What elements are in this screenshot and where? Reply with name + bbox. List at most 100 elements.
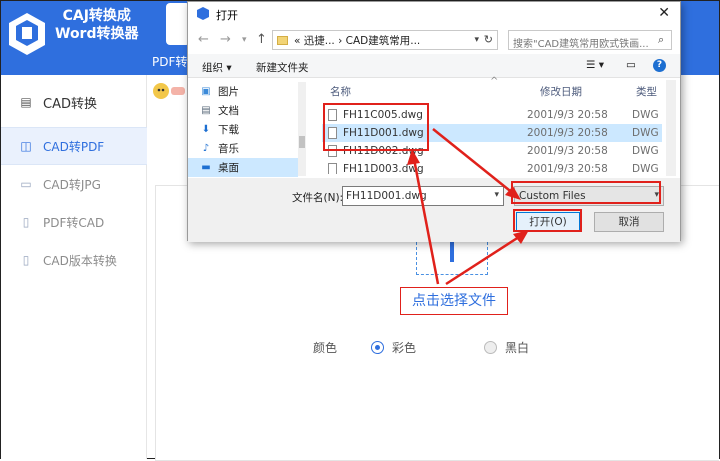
file-name: FH11D002.dwg bbox=[343, 145, 424, 157]
bw-option[interactable]: 黑白 bbox=[484, 339, 529, 355]
filename-value: FH11D001.dwg bbox=[346, 190, 427, 202]
sidebar-item-label: CAD版本转换 bbox=[43, 253, 117, 268]
bw-radio[interactable] bbox=[484, 340, 497, 354]
nav-item-music[interactable]: ♪ 音乐 bbox=[200, 139, 300, 158]
chevron-down-icon[interactable]: ▾ bbox=[654, 190, 659, 200]
cancel-button[interactable]: 取消 bbox=[594, 212, 664, 232]
command-bar: 组织 ▾ 新建文件夹 ☰ ▾ ▭ ? bbox=[188, 54, 680, 78]
dialog-title: 打开 bbox=[216, 9, 238, 22]
file-type-value: Custom Files bbox=[519, 190, 586, 202]
chevron-down-icon[interactable]: ▾ bbox=[494, 190, 499, 200]
file-icon bbox=[328, 109, 337, 121]
file-row[interactable]: FH11C005.dwg 2001/9/3 20:58 DWG bbox=[322, 106, 662, 124]
file-type: DWG bbox=[632, 127, 659, 139]
search-icon[interactable]: ⌕ bbox=[658, 33, 664, 47]
file-type: DWG bbox=[632, 163, 659, 174]
address-path: « 迅捷... › CAD建筑常用... bbox=[294, 34, 421, 47]
back-arrow-icon[interactable]: ← bbox=[198, 32, 209, 47]
dialog-footer: 文件名(N): FH11D001.dwg ▾ Custom Files ▾ 打开… bbox=[188, 178, 680, 242]
color-label: 颜色 bbox=[313, 339, 337, 355]
sidebar-item-cad-to-jpg[interactable]: ▭ CAD转JPG bbox=[1, 165, 147, 203]
file-name: FH11C005.dwg bbox=[343, 109, 423, 121]
nav-item-label: 文档 bbox=[218, 105, 239, 117]
annotation-callout: 点击选择文件 bbox=[400, 287, 508, 315]
filename-label: 文件名(N): bbox=[292, 192, 344, 204]
organize-button[interactable]: 组织 ▾ bbox=[202, 60, 232, 75]
nav-item-documents[interactable]: ▤ 文档 bbox=[200, 101, 300, 120]
nav-item-label: 桌面 bbox=[218, 162, 239, 174]
documents-icon: ▤ bbox=[201, 105, 211, 116]
address-bar[interactable]: « 迅捷... › CAD建筑常用... ▾ ↻ bbox=[272, 30, 498, 50]
new-folder-button[interactable]: 新建文件夹 bbox=[256, 60, 309, 75]
file-name: FH11D003.dwg bbox=[343, 163, 424, 174]
column-date[interactable]: 修改日期 bbox=[540, 80, 582, 102]
toolbar-label[interactable]: PDF转 bbox=[152, 53, 187, 70]
sidebar: ▤ CAD转换 ◫ CAD转PDF ▭ CAD转JPG ▯ PDF转CAD ▯ … bbox=[1, 75, 147, 459]
pictures-icon: ▣ bbox=[201, 86, 211, 97]
file-row-selected[interactable]: FH11D001.dwg 2001/9/3 20:58 DWG bbox=[322, 124, 662, 142]
filename-input[interactable]: FH11D001.dwg ▾ bbox=[342, 186, 504, 206]
sidebar-item-label: PDF转CAD bbox=[43, 215, 105, 230]
nav-item-desktop[interactable]: ▬ 桌面 bbox=[188, 158, 298, 177]
file-type: DWG bbox=[632, 145, 659, 157]
bw-radio-label: 黑白 bbox=[505, 340, 530, 355]
sidebar-header-label: CAD转换 bbox=[43, 96, 97, 112]
sidebar-item-pdf-to-cad[interactable]: ▯ PDF转CAD bbox=[1, 203, 147, 241]
file-date: 2001/9/3 20:58 bbox=[527, 163, 608, 174]
folder-icon bbox=[277, 35, 288, 45]
file-list: 名称 修改日期 类型 ^ FH11C005.dwg 2001/9/3 20:58… bbox=[312, 76, 666, 176]
file-list-scrollbar[interactable] bbox=[666, 80, 676, 176]
convert-icon: ▤ bbox=[20, 95, 32, 109]
search-placeholder: 搜索"CAD建筑常用欧式铁画... bbox=[513, 39, 649, 50]
nav-item-pictures[interactable]: ▣ 图片 bbox=[200, 82, 300, 101]
file-icon: ▯ bbox=[22, 215, 30, 229]
column-name[interactable]: 名称 bbox=[330, 80, 351, 102]
file-icon bbox=[328, 163, 337, 174]
pdf-icon: ◫ bbox=[20, 139, 32, 153]
preview-pane-icon[interactable]: ▭ bbox=[626, 59, 636, 71]
forward-arrow-icon[interactable]: → bbox=[220, 32, 231, 47]
nav-item-label: 音乐 bbox=[218, 143, 239, 155]
open-button[interactable]: 打开(O) bbox=[516, 212, 580, 232]
app-title-line1: CAJ转换成 bbox=[62, 8, 131, 24]
sort-chevron-icon: ^ bbox=[490, 76, 499, 87]
file-row[interactable]: FH11D003.dwg 2001/9/3 20:58 DWG bbox=[322, 160, 662, 174]
column-type[interactable]: 类型 bbox=[636, 80, 657, 102]
color-radio[interactable] bbox=[371, 340, 384, 354]
nav-item-downloads[interactable]: ⬇ 下载 bbox=[200, 120, 300, 139]
sidebar-item-label: CAD转JPG bbox=[43, 177, 101, 192]
file-row[interactable]: FH11D002.dwg 2001/9/3 20:58 DWG bbox=[322, 142, 662, 160]
download-icon: ⬇ bbox=[201, 124, 211, 135]
nav-scrollbar[interactable] bbox=[298, 82, 306, 176]
color-label-text: 颜色 bbox=[313, 340, 338, 355]
color-radio-label: 彩色 bbox=[392, 340, 417, 355]
up-arrow-icon[interactable]: ↑ bbox=[256, 32, 267, 47]
refresh-icon[interactable]: ↻ bbox=[484, 33, 493, 46]
file-type: DWG bbox=[632, 109, 659, 121]
chevron-down-icon[interactable]: ▾ bbox=[474, 35, 479, 45]
view-options-icon[interactable]: ☰ ▾ bbox=[586, 59, 604, 71]
open-file-dialog: 打开 ✕ ← → ▾ ↑ « 迅捷... › CAD建筑常用... ▾ ↻ 搜索… bbox=[187, 1, 681, 242]
dialog-app-icon bbox=[197, 7, 209, 20]
chevron-down-icon[interactable]: ▾ bbox=[242, 35, 247, 45]
help-icon[interactable]: ? bbox=[653, 59, 666, 72]
desktop-icon: ▬ bbox=[201, 162, 211, 173]
scroll-thumb[interactable] bbox=[299, 136, 305, 148]
color-option[interactable]: 彩色 bbox=[371, 339, 416, 355]
file-date: 2001/9/3 20:58 bbox=[527, 109, 608, 121]
file-date: 2001/9/3 20:58 bbox=[527, 145, 608, 157]
app-window: CAJ转换成 Word转换器 PDF转 ▤ CAD转换 ◫ CAD转PDF ▭ … bbox=[0, 0, 720, 461]
sidebar-item-cad-to-pdf[interactable]: ◫ CAD转PDF bbox=[1, 127, 147, 165]
sidebar-item-cad-version[interactable]: ▯ CAD版本转换 bbox=[1, 241, 147, 279]
app-logo bbox=[7, 11, 47, 57]
file-type-select[interactable]: Custom Files ▾ bbox=[514, 186, 664, 206]
app-title-line2: Word转换器 bbox=[55, 26, 139, 42]
file-name: FH11D001.dwg bbox=[343, 127, 424, 139]
file-icon: ▯ bbox=[22, 253, 30, 267]
app-title: CAJ转换成 Word转换器 bbox=[55, 7, 139, 43]
close-icon[interactable]: ✕ bbox=[658, 5, 670, 21]
file-icon bbox=[328, 145, 337, 157]
nav-item-label: 下载 bbox=[218, 124, 239, 136]
search-input[interactable]: 搜索"CAD建筑常用欧式铁画... bbox=[508, 30, 672, 50]
mascot-icon bbox=[151, 79, 187, 101]
